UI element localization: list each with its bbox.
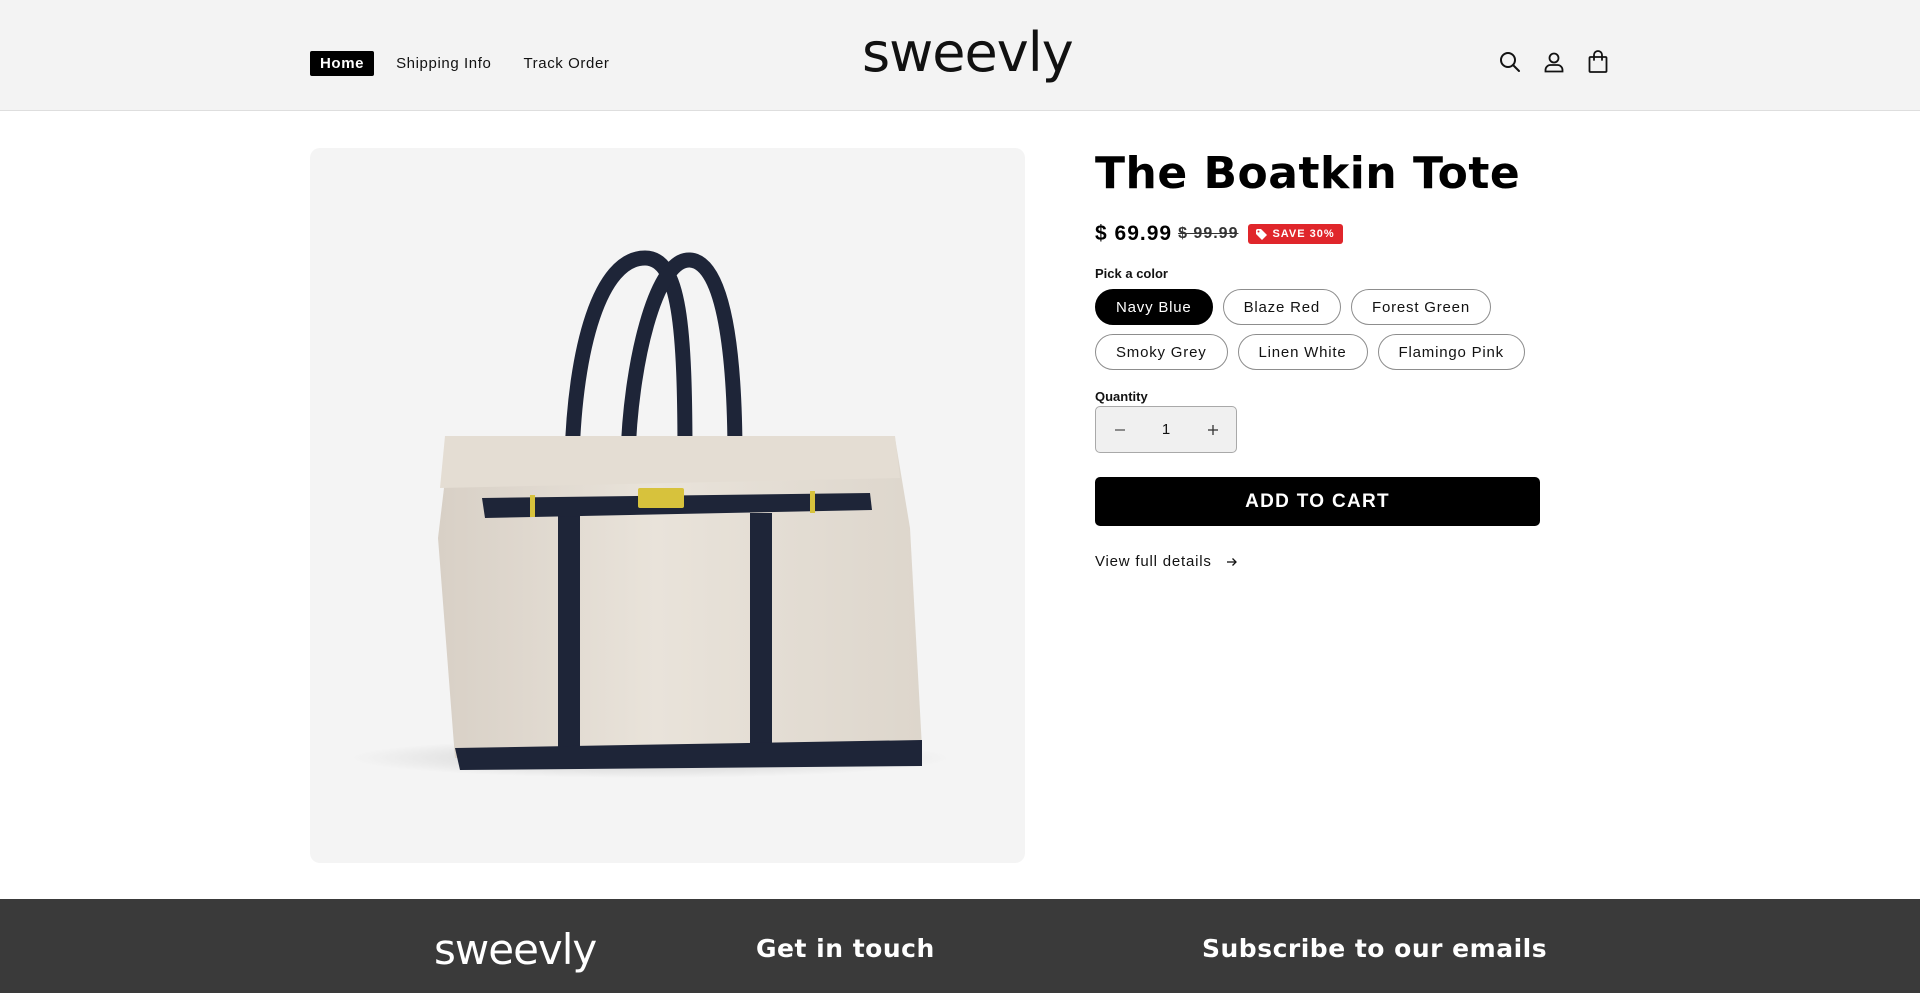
account-icon[interactable] [1542,50,1566,74]
search-icon[interactable] [1498,50,1522,74]
nav-home-link[interactable]: Home [310,51,375,76]
quantity-increase-button[interactable] [1189,407,1236,452]
arrow-right-icon [1226,557,1237,566]
site-header: Home Shipping Info Track Order sweevly [0,0,1920,111]
tote-bag-image [350,250,950,778]
color-option-linen-white[interactable]: Linen White [1237,334,1368,370]
quantity-label: Quantity [1095,389,1148,404]
color-option-blaze-red[interactable]: Blaze Red [1222,289,1341,325]
plus-icon [1207,424,1218,435]
color-options: Navy Blue Blaze Red Forest Green Smoky G… [1095,289,1555,370]
footer-logo[interactable]: sweevly [434,929,597,971]
view-full-details-label: View full details [1095,553,1212,570]
cart-icon[interactable] [1586,50,1610,74]
color-option-flamingo-pink[interactable]: Flamingo Pink [1377,334,1525,370]
tag-icon [1256,228,1268,240]
quantity-decrease-button[interactable] [1096,407,1143,452]
save-badge: SAVE 30% [1248,224,1343,244]
save-badge-label: SAVE 30% [1272,228,1335,240]
sale-price: $ 69.99 [1095,222,1173,245]
nav-shipping-info-link[interactable]: Shipping Info [386,51,501,76]
quantity-input[interactable] [1143,407,1189,452]
main-nav: Home Shipping Info Track Order [310,51,620,76]
product-title: The Boatkin Tote [1095,148,1521,199]
header-icons [1498,50,1610,74]
compare-price: $ 99.99 [1178,225,1239,242]
color-option-forest-green[interactable]: Forest Green [1351,289,1491,325]
color-label: Pick a color [1095,266,1168,281]
footer-subscribe-heading: Subscribe to our emails [1202,934,1548,963]
site-footer: sweevly Get in touch Subscribe to our em… [0,899,1920,993]
site-logo[interactable]: sweevly [862,26,1074,80]
nav-track-order-link[interactable]: Track Order [513,51,619,76]
product-image[interactable] [310,148,1025,863]
color-option-navy-blue[interactable]: Navy Blue [1095,289,1213,325]
view-full-details-link[interactable]: View full details [1095,553,1238,570]
price-row: $ 69.99 $ 99.99 SAVE 30% [1095,222,1343,246]
quantity-stepper [1095,406,1237,453]
footer-contact-heading: Get in touch [756,934,935,963]
add-to-cart-button[interactable]: ADD TO CART [1095,477,1540,526]
color-option-smoky-grey[interactable]: Smoky Grey [1095,334,1228,370]
minus-icon [1114,428,1125,431]
